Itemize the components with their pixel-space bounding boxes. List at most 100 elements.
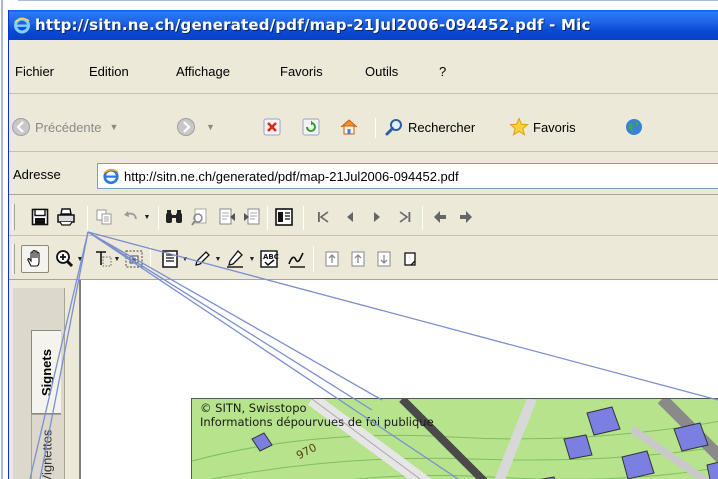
toolbar-separator — [87, 206, 88, 230]
copy-button[interactable] — [93, 206, 115, 228]
print-button[interactable] — [55, 206, 77, 228]
undo-dropdown-icon[interactable]: ▼ — [143, 206, 151, 228]
forward-button[interactable]: ▼ — [176, 116, 215, 138]
binoculars-icon — [166, 210, 182, 223]
spellcheck-button[interactable]: ABC — [258, 248, 280, 270]
media-globe-icon — [626, 119, 642, 135]
back-dropdown-icon[interactable]: ▼ — [110, 122, 119, 132]
page-forward-icon — [244, 208, 260, 225]
tab-bookmarks-label: Signets — [39, 348, 54, 396]
address-value: http://sitn.ne.ch/generated/pdf/map-21Ju… — [124, 168, 459, 184]
stop-button[interactable] — [263, 116, 281, 138]
back-label: Précédente — [35, 119, 102, 135]
media-button[interactable] — [624, 116, 644, 138]
hand-tool-icon — [24, 248, 46, 270]
previous-page-button[interactable] — [339, 206, 361, 228]
toolbar-separator — [313, 246, 314, 272]
map-image: © SITN, Swisstopo Informations dépourvue… — [191, 398, 718, 479]
refresh-button[interactable] — [302, 116, 320, 138]
page-view-button[interactable] — [399, 248, 421, 270]
note-icon — [162, 250, 178, 268]
map-disclaimer: Informations dépourvues de foi publique — [200, 415, 434, 429]
next-view-button[interactable] — [241, 206, 263, 228]
menu-fichier[interactable]: Fichier — [15, 64, 54, 79]
next-view-arrow-button[interactable] — [455, 206, 477, 228]
rotate-page-icon — [325, 251, 339, 267]
printer-icon — [57, 208, 75, 226]
menu-affichage[interactable]: Affichage — [176, 64, 230, 79]
address-input[interactable]: http://sitn.ne.ch/generated/pdf/map-21Ju… — [97, 163, 718, 189]
previous-view-arrow-button[interactable] — [429, 206, 451, 228]
page-down-button[interactable] — [373, 248, 395, 270]
forward-view-icon — [460, 211, 472, 223]
address-label: Adresse — [13, 167, 61, 182]
back-arrow-icon — [12, 118, 30, 136]
text-select-button[interactable] — [92, 248, 114, 270]
tab-bookmarks[interactable]: Signets — [31, 330, 61, 414]
back-button[interactable]: Précédente ▼ — [11, 116, 118, 138]
next-page-button[interactable] — [366, 206, 388, 228]
forward-arrow-icon — [177, 118, 195, 136]
next-page-icon — [374, 212, 380, 222]
rotate-button[interactable] — [321, 248, 343, 270]
comment-button[interactable] — [159, 248, 181, 270]
undo-icon — [124, 211, 137, 220]
tab-thumbnails[interactable]: Vignettes — [31, 414, 61, 479]
toolbar-grip — [12, 244, 15, 274]
search-button[interactable]: Rechercher — [384, 116, 475, 138]
title-bar[interactable]: http://sitn.ne.ch/generated/pdf/map-21Ju… — [9, 10, 718, 40]
menu-bar: Fichier Edition Affichage Favoris Outils… — [9, 40, 718, 94]
last-page-icon — [399, 211, 411, 223]
single-page-icon — [404, 252, 416, 266]
comment-dropdown-icon[interactable]: ▼ — [181, 248, 189, 270]
favorites-label: Favoris — [533, 119, 576, 135]
text-select-icon — [96, 251, 112, 267]
star-icon — [509, 117, 529, 136]
previous-view-button[interactable] — [216, 206, 238, 228]
navigation-pane-button[interactable] — [273, 206, 295, 228]
zoom-in-icon — [56, 250, 74, 268]
map-copyright: © SITN, Swisstopo — [200, 401, 307, 415]
toolbar-separator — [158, 206, 159, 230]
home-button[interactable] — [339, 116, 359, 138]
forward-dropdown-icon[interactable]: ▼ — [206, 122, 215, 132]
menu-favoris[interactable]: Favoris — [280, 64, 323, 79]
save-button[interactable] — [29, 206, 51, 228]
first-page-button[interactable] — [312, 206, 334, 228]
pencil-tool-button[interactable] — [191, 248, 213, 270]
zoom-dropdown-icon[interactable]: ▼ — [76, 248, 84, 270]
search-pdf-button[interactable] — [189, 206, 211, 228]
internet-explorer-icon — [14, 17, 30, 34]
highlight-tool-button[interactable] — [224, 248, 246, 270]
document-viewport[interactable]: © SITN, Swisstopo Informations dépourvue… — [79, 280, 718, 479]
svg-text:ABC: ABC — [263, 253, 279, 261]
undo-button[interactable] — [120, 206, 142, 228]
refresh-icon — [302, 118, 320, 136]
snapshot-button[interactable] — [123, 248, 145, 270]
window-title: http://sitn.ne.ch/generated/pdf/map-21Ju… — [35, 16, 591, 34]
first-page-icon — [318, 211, 329, 223]
pencil-dropdown-icon[interactable]: ▼ — [214, 248, 222, 270]
signature-icon — [288, 252, 305, 268]
toolbar-separator — [303, 206, 304, 230]
snapshot-icon — [125, 250, 143, 268]
toolbar-separator — [422, 206, 423, 230]
pencil-icon — [195, 251, 210, 266]
menu-edition[interactable]: Edition — [89, 64, 129, 79]
search-label: Rechercher — [408, 119, 476, 135]
menu-help[interactable]: ? — [439, 64, 446, 79]
save-disk-icon — [31, 208, 49, 226]
previous-page-icon — [347, 212, 353, 222]
pdf-page: © SITN, Swisstopo Informations dépourvue… — [81, 280, 718, 479]
text-select-dropdown-icon[interactable]: ▼ — [113, 248, 121, 270]
ie-page-icon — [103, 168, 119, 185]
find-button[interactable] — [163, 206, 185, 228]
highlight-dropdown-icon[interactable]: ▼ — [248, 248, 256, 270]
sign-button[interactable] — [286, 248, 308, 270]
last-page-button[interactable] — [394, 206, 416, 228]
page-up-button[interactable] — [347, 248, 369, 270]
search-icon — [385, 119, 402, 136]
menu-outils[interactable]: Outils — [365, 64, 398, 79]
zoom-in-button[interactable] — [53, 248, 75, 270]
favorites-button[interactable]: Favoris — [509, 116, 576, 138]
